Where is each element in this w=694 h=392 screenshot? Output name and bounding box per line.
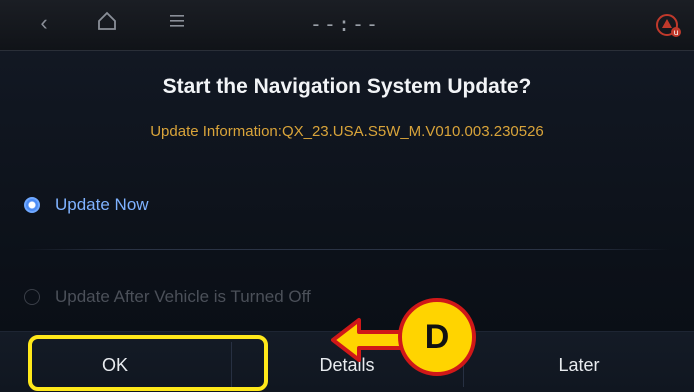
- svg-text:u: u: [673, 28, 678, 37]
- head-unit-screen: ‹ --:-- u Start the Navigation System Up…: [0, 0, 694, 392]
- later-button[interactable]: Later: [464, 332, 694, 392]
- divider: [20, 249, 670, 250]
- menu-icon[interactable]: [163, 10, 191, 36]
- clock: --:--: [309, 12, 381, 36]
- ok-highlight-annotation: [28, 335, 268, 391]
- navigation-update-icon: u: [654, 12, 684, 40]
- chevron-left-icon[interactable]: ‹: [30, 10, 58, 36]
- callout-label: D: [398, 298, 476, 376]
- update-information: Update Information:QX_23.USA.S5W_M.V010.…: [150, 123, 544, 140]
- dialog-title: Start the Navigation System Update?: [162, 75, 532, 98]
- option-label: Update Now: [55, 195, 149, 214]
- option-label: Update After Vehicle is Turned Off: [55, 287, 311, 306]
- radio-selected-icon[interactable]: [24, 197, 40, 213]
- home-icon[interactable]: [93, 10, 121, 38]
- status-bar: ‹ --:-- u: [0, 0, 694, 51]
- option-update-now[interactable]: Update Now: [0, 181, 694, 231]
- radio-unselected-icon[interactable]: [24, 289, 40, 305]
